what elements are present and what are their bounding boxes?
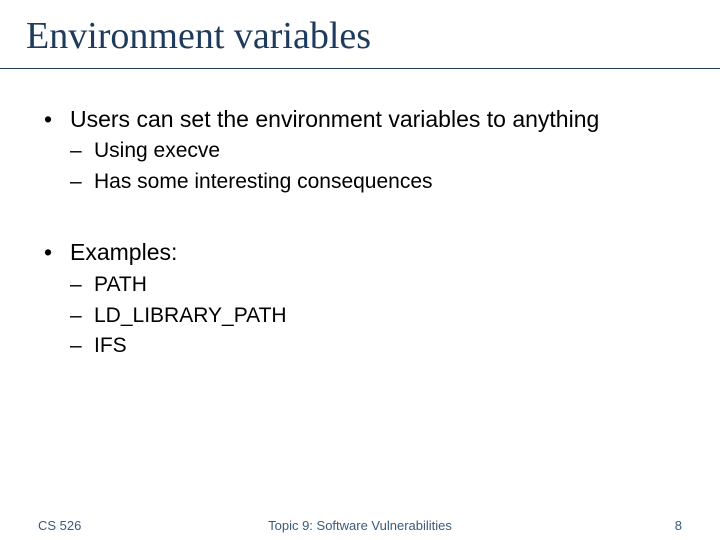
- slide: Environment variables • Users can set th…: [0, 0, 720, 540]
- slide-title: Environment variables: [0, 0, 720, 58]
- sub-bullet-item: – Has some interesting consequences: [70, 169, 676, 196]
- bullet-dash-icon: –: [70, 303, 94, 330]
- sub-list: – PATH – LD_LIBRARY_PATH – IFS: [70, 272, 676, 361]
- bullet-item: • Examples: – PATH – LD_LIBRARY_PATH – I…: [44, 238, 676, 360]
- bullet-dash-icon: –: [70, 169, 94, 196]
- footer-page-number: 8: [675, 518, 682, 533]
- footer-center: Topic 9: Software Vulnerabilities: [0, 518, 720, 533]
- bullet-dash-icon: –: [70, 272, 94, 299]
- sub-bullet-item: – IFS: [70, 333, 676, 360]
- sub-list: – Using execve – Has some interesting co…: [70, 138, 676, 196]
- bullet-dot-icon: •: [44, 105, 70, 134]
- bullet-text: Users can set the environment variables …: [70, 105, 676, 134]
- sub-bullet-text: Has some interesting consequences: [94, 169, 676, 196]
- sub-bullet-text: PATH: [94, 272, 676, 299]
- sub-bullet-text: Using execve: [94, 138, 676, 165]
- sub-bullet-item: – Using execve: [70, 138, 676, 165]
- bullet-item: • Users can set the environment variable…: [44, 105, 676, 196]
- bullet-dash-icon: –: [70, 333, 94, 360]
- bullet-dash-icon: –: [70, 138, 94, 165]
- bullet-text: Examples:: [70, 238, 676, 267]
- bullet-dot-icon: •: [44, 238, 70, 267]
- slide-body: • Users can set the environment variable…: [0, 69, 720, 360]
- sub-bullet-item: – PATH: [70, 272, 676, 299]
- sub-bullet-text: LD_LIBRARY_PATH: [94, 303, 676, 330]
- sub-bullet-text: IFS: [94, 333, 676, 360]
- sub-bullet-item: – LD_LIBRARY_PATH: [70, 303, 676, 330]
